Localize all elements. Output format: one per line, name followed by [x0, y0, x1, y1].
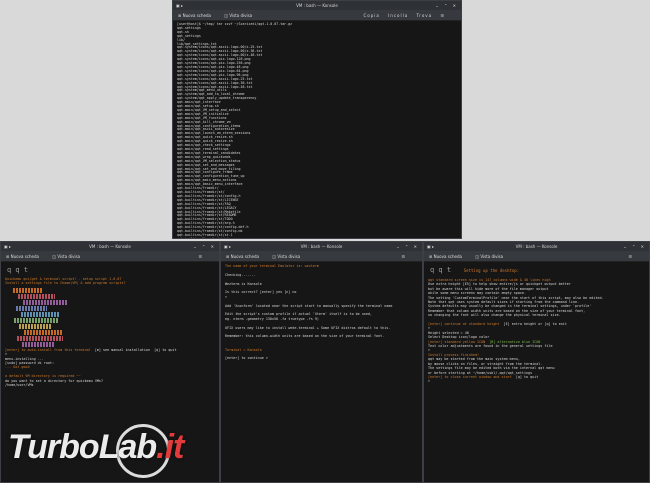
menu-icon[interactable]: ☰: [401, 254, 406, 259]
vm-directory-path: /home/user/VMs: [5, 383, 34, 388]
top-terminal-window[interactable]: ▣ ▸ VM : bash — Konsole ⌄ ⌃ ✕ ⊞ Nuova sc…: [172, 0, 462, 239]
info-xconform: Add 'Xconform' located near the script s…: [225, 303, 393, 308]
middle-terminal-window[interactable]: ▣ ▸ VM : bash — Konsole ⌄ ⌃ ✕ ⊞ Nuova sc…: [220, 241, 423, 483]
continue-prompt: [enter] to continue >: [225, 356, 268, 361]
window-controls[interactable]: ⌄ ⌃ ✕: [193, 242, 216, 251]
split-view-button[interactable]: ◫ Vista divisa: [52, 254, 86, 259]
split-view-button[interactable]: ◫ Vista divisa: [272, 254, 306, 259]
terminal-app-icon: ▣ ▸: [176, 3, 184, 8]
right-terminal-window[interactable]: ▣ ▸ VM : bash — Konsole ⌄ ⌃ ✕ ⊞ Nuova sc…: [423, 241, 650, 483]
art-stripe: [16, 305, 47, 311]
info-ufix: UFIX users may like to install wmte-term…: [225, 325, 391, 330]
menu-icon[interactable]: ☰: [628, 254, 633, 259]
window-controls[interactable]: ⌄ ⌃ ✕: [396, 242, 419, 251]
turbolab-watermark: TurboLab.it: [8, 424, 238, 478]
konsole-toolbar: ⊞ Nuova scheda ◫ Vista divisa ☰: [221, 251, 422, 262]
window-controls[interactable]: ⌄ ⌃ ✕: [623, 242, 646, 251]
watermark-logo: TurboLab.it: [8, 428, 184, 466]
menu-icon[interactable]: ☰: [198, 254, 203, 259]
split-view-button[interactable]: ◫ Vista divisa: [224, 13, 258, 18]
new-tab-button[interactable]: ⊞ Nuova scheda: [429, 254, 468, 259]
window-titlebar[interactable]: ▣ ▸ VM : bash — Konsole ⌄ ⌃ ✕: [424, 242, 649, 251]
art-stripe: [19, 323, 51, 329]
terminal-output[interactable]: The name of your terminal Emulator is: w…: [221, 262, 422, 363]
window-titlebar[interactable]: ▣ ▸ VM : bash — Konsole ⌄ ⌃ ✕: [1, 242, 219, 251]
menu-icon[interactable]: ☰: [440, 13, 445, 18]
window-title: VM : bash — Konsole: [515, 244, 558, 249]
terminal-output[interactable]: [user@host]$ ~/tmp/ tar xzvf ~/Scaricati…: [173, 21, 461, 239]
ascii-art-logo: [13, 287, 67, 348]
terminal-app-icon: ▣ ▸: [224, 244, 232, 249]
window-title: VM : bash — Konsole: [89, 244, 131, 249]
window-titlebar[interactable]: ▣ ▸ VM : bash — Konsole ⌄ ⌃ ✕: [221, 242, 422, 251]
find-button[interactable]: Trova: [416, 13, 432, 18]
art-stripe: [18, 293, 55, 299]
terminal-app-icon: ▣ ▸: [427, 244, 435, 249]
art-stripe: [21, 311, 59, 317]
copy-button[interactable]: Copia: [363, 13, 379, 18]
window-title: VM : bash — Konsole: [296, 3, 338, 8]
konsole-toolbar: ⊞ Nuova scheda ◫ Vista divisa ☰: [424, 251, 649, 262]
konsole-toolbar: ⊞ Nuova scheda ◫ Vista divisa ☰: [1, 251, 219, 262]
art-stripe: [17, 335, 63, 341]
split-view-button[interactable]: ◫ Vista divisa: [475, 254, 509, 259]
terminal-line: qqt.builtins/fromdir/st/st.c: [177, 236, 233, 239]
setup-subheading: Install a settings file to Chome(VM) & a…: [5, 281, 126, 286]
terminal-output[interactable]: q q t Quickemu gui/get & terminal script…: [1, 262, 219, 389]
art-stripe: [24, 329, 63, 335]
qqt-logo: q q t: [7, 266, 29, 274]
new-tab-button[interactable]: ⊞ Nuova scheda: [226, 254, 265, 259]
art-stripe: [23, 299, 67, 305]
new-tab-button[interactable]: ⊞ Nuova scheda: [6, 254, 45, 259]
art-stripe: [22, 341, 55, 347]
art-stripe: [14, 317, 59, 323]
prompt-cursor: >: [428, 379, 431, 384]
terminal-app-icon: ▣ ▸: [4, 244, 12, 249]
window-controls[interactable]: ⌄ ⌃ ✕: [435, 1, 458, 10]
terminal-output[interactable]: q q t Setting up the desktop: qqt standa…: [424, 262, 649, 386]
art-stripe: [13, 287, 43, 293]
window-titlebar[interactable]: ▣ ▸ VM : bash — Konsole ⌄ ⌃ ✕: [173, 1, 461, 10]
window-title: VM : bash — Konsole: [300, 244, 343, 249]
qqt-logo: q q t Setting up the desktop:: [430, 266, 520, 274]
new-tab-button[interactable]: ⊞ Nuova scheda: [178, 13, 217, 18]
paste-button[interactable]: Incolla: [388, 13, 408, 18]
konsole-toolbar: ⊞ Nuova scheda ◫ Vista divisa Copia Inco…: [173, 10, 461, 21]
